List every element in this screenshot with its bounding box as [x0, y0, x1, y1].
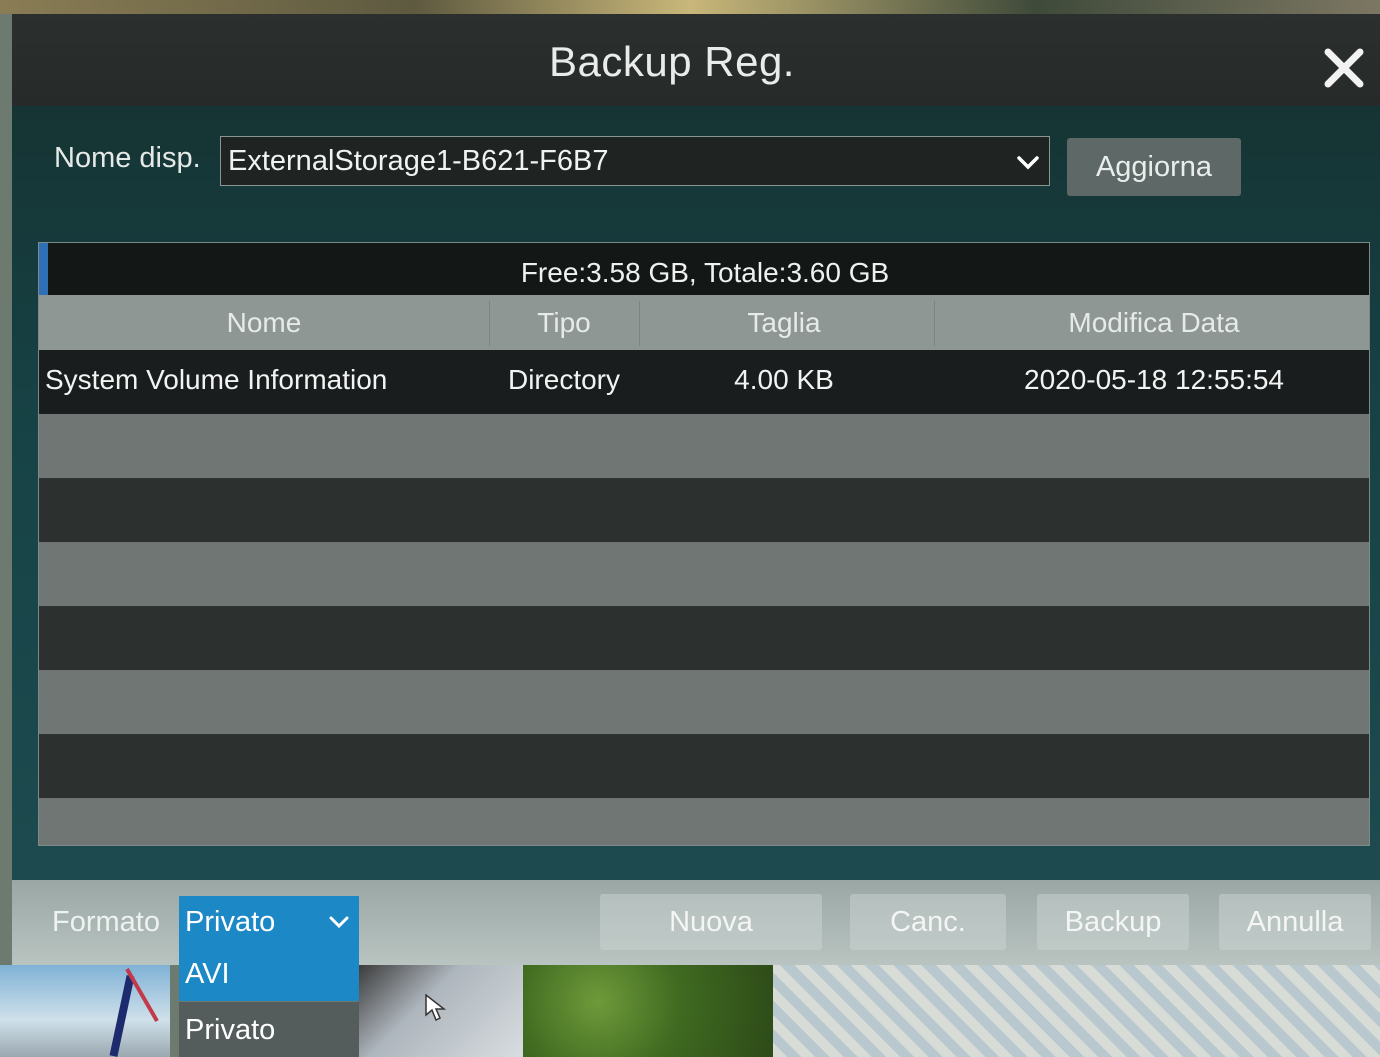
table-header: Nome Tipo Taglia Modifica Data	[39, 295, 1369, 350]
device-name-label: Nome disp.	[54, 142, 201, 174]
delete-button[interactable]: Canc.	[850, 894, 1006, 950]
chevron-down-icon	[1017, 156, 1039, 170]
format-option-private[interactable]: Privato	[179, 1002, 359, 1057]
empty-row[interactable]	[39, 798, 1369, 845]
close-icon	[1324, 48, 1364, 88]
device-name-value: ExternalStorage1-B621-F6B7	[228, 145, 609, 177]
empty-row[interactable]	[39, 478, 1369, 542]
format-dropdown-list: AVI Privato	[179, 946, 359, 1057]
file-table: Free:3.58 GB, Totale:3.60 GB Nome Tipo T…	[38, 242, 1370, 846]
close-button[interactable]	[1316, 40, 1372, 96]
backup-button[interactable]: Backup	[1037, 894, 1189, 950]
empty-row[interactable]	[39, 414, 1369, 478]
table-row[interactable]: System Volume Information Directory 4.00…	[39, 350, 1369, 414]
dialog-title: Backup Reg.	[549, 38, 795, 85]
format-option-avi[interactable]: AVI	[179, 946, 359, 1001]
column-divider	[934, 301, 935, 346]
storage-info-text: Free:3.58 GB, Totale:3.60 GB	[520, 257, 890, 288]
cell-modified: 2020-05-18 12:55:54	[1024, 364, 1284, 395]
dialog-titlebar: Backup Reg.	[12, 14, 1380, 106]
camera-feed-top	[0, 0, 1380, 14]
cell-name: System Volume Information	[45, 364, 388, 395]
camera-tile	[0, 965, 170, 1057]
empty-row[interactable]	[39, 670, 1369, 734]
device-name-select[interactable]: ExternalStorage1-B621-F6B7	[220, 136, 1050, 186]
mouse-cursor-icon	[425, 993, 447, 1022]
empty-row[interactable]	[39, 542, 1369, 606]
option-label: Privato	[185, 1014, 276, 1046]
empty-row[interactable]	[39, 606, 1369, 670]
new-button[interactable]: Nuova	[600, 894, 822, 950]
camera-tile	[523, 965, 773, 1057]
cell-size: 4.00 KB	[734, 364, 834, 395]
column-header-size[interactable]: Taglia	[709, 307, 859, 339]
storage-accent	[39, 243, 48, 295]
column-divider	[639, 301, 640, 346]
option-label: AVI	[185, 958, 230, 990]
column-header-name[interactable]: Nome	[39, 307, 489, 339]
format-label: Formato	[52, 906, 160, 938]
empty-row[interactable]	[39, 734, 1369, 798]
format-select[interactable]: Privato	[179, 896, 359, 948]
refresh-button[interactable]: Aggiorna	[1067, 138, 1241, 196]
chevron-down-icon	[329, 916, 349, 929]
column-header-modified[interactable]: Modifica Data	[989, 307, 1319, 339]
format-value: Privato	[185, 906, 276, 938]
camera-tile	[773, 965, 1380, 1057]
backup-dialog: Backup Reg. Nome disp. ExternalStorage1-…	[12, 14, 1380, 965]
cancel-button[interactable]: Annulla	[1219, 894, 1371, 950]
cell-type: Directory	[507, 364, 620, 395]
column-header-type[interactable]: Tipo	[489, 307, 639, 339]
storage-info-bar: Free:3.58 GB, Totale:3.60 GB	[39, 243, 1369, 295]
